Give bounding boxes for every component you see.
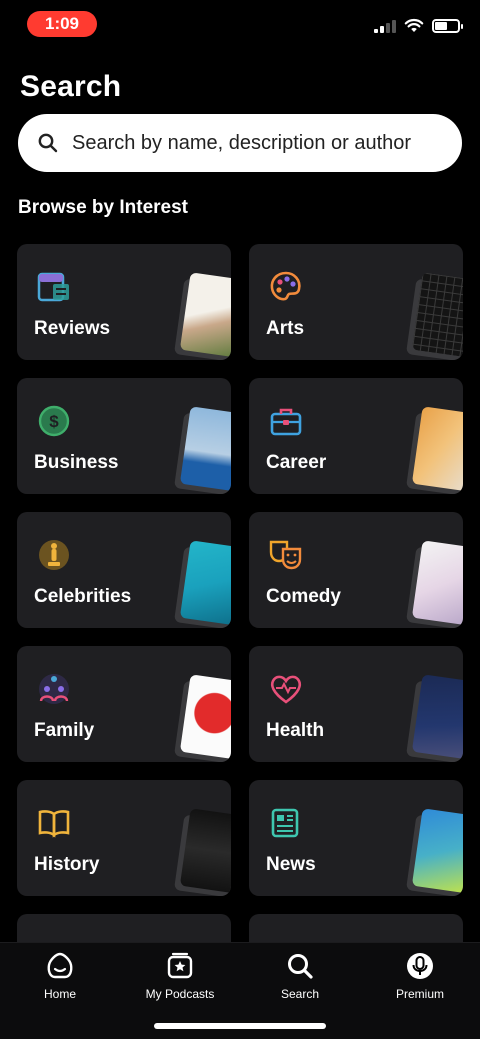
family-icon	[39, 674, 69, 704]
category-label: Family	[34, 720, 95, 741]
category-card-history[interactable]: History	[17, 780, 231, 896]
tab-search[interactable]: Search	[240, 951, 360, 1001]
category-label: History	[34, 854, 100, 875]
newspaper-icon	[271, 808, 299, 838]
category-card-reviews[interactable]: Reviews	[17, 244, 231, 360]
category-card-comedy[interactable]: Comedy	[249, 512, 463, 628]
category-label: News	[266, 854, 316, 875]
podcast-artwork	[405, 540, 463, 628]
cellular-signal-icon	[374, 19, 396, 33]
podcast-artwork	[173, 808, 231, 896]
podcast-artwork	[173, 674, 231, 762]
search-icon	[288, 954, 313, 979]
podcast-artwork	[405, 272, 463, 360]
category-label: Comedy	[266, 586, 341, 607]
svg-text:$: $	[49, 412, 59, 431]
tab-home[interactable]: Home	[0, 951, 120, 1001]
status-time: 1:09	[27, 11, 97, 37]
premium-mic-icon	[407, 953, 433, 979]
comedy-masks-icon	[269, 540, 302, 570]
podcast-artwork	[405, 406, 463, 494]
category-label: Health	[266, 720, 325, 741]
category-card[interactable]	[249, 914, 463, 942]
search-icon	[38, 133, 58, 153]
search-input[interactable]	[72, 131, 442, 155]
category-card-business[interactable]: $ Business	[17, 378, 231, 494]
document-icon	[37, 272, 69, 302]
category-label: Arts	[266, 318, 305, 339]
oscar-statue-icon	[39, 540, 69, 570]
category-card-career[interactable]: Career	[249, 378, 463, 494]
page-title: Search	[20, 70, 122, 103]
category-label: Career	[266, 452, 327, 473]
category-grid: Reviews Arts $ Business Career Celebriti…	[17, 244, 463, 942]
category-card-news[interactable]: News	[249, 780, 463, 896]
heart-pulse-icon	[270, 675, 302, 704]
podcast-library-icon	[167, 952, 193, 979]
tab-label: Home	[43, 987, 76, 1001]
palette-icon	[270, 271, 301, 301]
battery-icon	[432, 18, 463, 33]
tab-my-podcasts[interactable]: My Podcasts	[120, 951, 240, 1001]
browse-heading: Browse by Interest	[18, 197, 188, 218]
podcast-artwork	[405, 674, 463, 762]
home-indicator[interactable]	[154, 1023, 326, 1029]
status-icons	[374, 18, 463, 33]
open-book-icon	[38, 810, 70, 838]
category-card-celebrities[interactable]: Celebrities	[17, 512, 231, 628]
podcast-artwork	[173, 406, 231, 494]
category-label: Celebrities	[34, 586, 132, 607]
category-label: Business	[34, 452, 119, 473]
status-bar: 1:09	[0, 0, 480, 50]
tab-label: Search	[280, 987, 320, 1001]
category-label: Reviews	[34, 318, 111, 339]
tab-label: Premium	[395, 987, 444, 1001]
dollar-coin-icon: $	[38, 405, 70, 437]
search-bar[interactable]	[18, 114, 462, 172]
wifi-icon	[404, 18, 424, 32]
category-card-health[interactable]: Health	[249, 646, 463, 762]
category-card[interactable]	[17, 914, 231, 942]
category-card-family[interactable]: Family	[17, 646, 231, 762]
home-icon	[47, 952, 73, 979]
tab-premium[interactable]: Premium	[360, 951, 480, 1001]
briefcase-icon	[270, 408, 302, 436]
tab-label: My Podcasts	[145, 987, 215, 1001]
category-card-arts[interactable]: Arts	[249, 244, 463, 360]
podcast-artwork	[173, 540, 231, 628]
podcast-artwork	[405, 808, 463, 896]
podcast-artwork	[173, 272, 231, 360]
